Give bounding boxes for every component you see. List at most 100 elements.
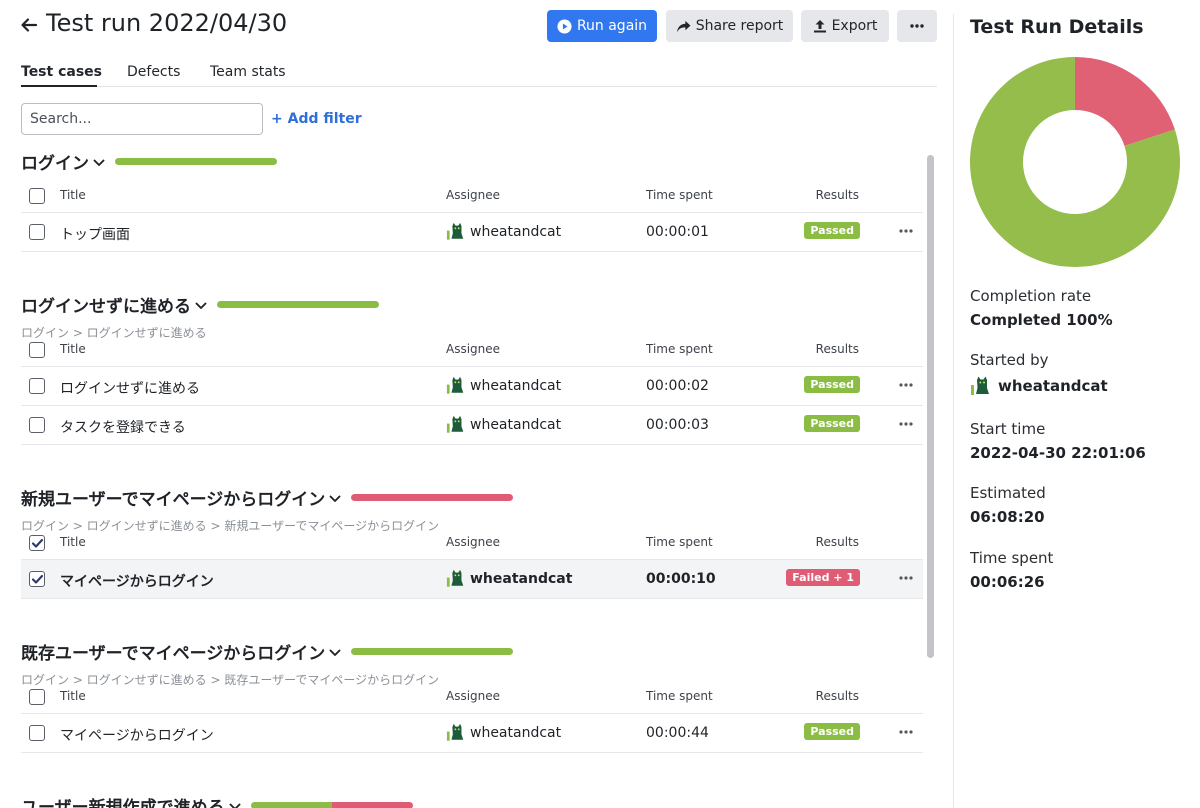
test-case-title[interactable]: タスクを登録できる [60, 417, 186, 437]
column-header-title: Title [60, 188, 86, 202]
export-icon [813, 20, 826, 33]
result-badge[interactable]: Failed + 1 [786, 569, 860, 586]
scrollbar[interactable] [923, 150, 937, 808]
row-more-icon[interactable] [899, 383, 913, 387]
row-checkbox[interactable] [29, 535, 45, 551]
section-header[interactable]: 新規ユーザーでマイページからログイン [21, 485, 514, 510]
time-spent: 00:00:02 [646, 378, 709, 394]
row-more-icon[interactable] [899, 730, 913, 734]
back-arrow-icon[interactable] [20, 16, 38, 34]
estimated-value: 06:08:20 [970, 508, 1045, 526]
completion-rate-value: Completed 100% [970, 311, 1113, 329]
started-by-value: wheatandcat [970, 376, 1108, 396]
active-tab-indicator [21, 85, 97, 87]
column-header-time-spent: Time spent [646, 342, 713, 356]
column-header-assignee: Assignee [446, 188, 501, 202]
test-case-list: ログイン Title Assignee Time spent Results トップ画面 w… [21, 148, 923, 808]
table-row[interactable]: トップ画面 wheatandcat 00:00:01 Passed [21, 213, 923, 252]
table-row[interactable]: タスクを登録できる wheatandcat 00:00:03 Passed [21, 406, 923, 445]
section-title: ユーザー新規作成で進める [21, 797, 225, 808]
avatar-icon [446, 376, 464, 394]
column-header-time-spent: Time spent [646, 188, 713, 202]
assignee: wheatandcat [446, 569, 572, 588]
test-case-title[interactable]: ログインせずに進める [60, 378, 200, 398]
avatar-icon [446, 415, 464, 433]
progress-passed-segment [250, 801, 332, 808]
assignee: wheatandcat [446, 723, 561, 742]
result-badge[interactable]: Passed [804, 415, 860, 432]
avatar-icon [446, 222, 464, 240]
section-header[interactable]: ログイン [21, 149, 277, 174]
table-row[interactable]: マイページからログイン wheatandcat 00:00:44 Passed [21, 714, 923, 753]
table-row[interactable]: ログインせずに進める wheatandcat 00:00:02 Passed [21, 367, 923, 406]
panel-divider [953, 14, 954, 808]
assignee-name: wheatandcat [470, 223, 562, 240]
column-header-results: Results [815, 535, 859, 549]
run-again-button[interactable]: Run again [547, 10, 657, 42]
time-spent: 00:00:44 [646, 725, 709, 741]
row-more-icon[interactable] [899, 576, 913, 580]
chevron-down-icon[interactable] [329, 495, 341, 503]
column-header-assignee: Assignee [446, 535, 501, 549]
details-title: Test Run Details [970, 16, 1144, 38]
assignee: wheatandcat [446, 415, 561, 434]
section-header[interactable]: ログインせずに進める [21, 292, 379, 317]
result-badge[interactable]: Passed [804, 723, 860, 740]
search-input[interactable] [21, 103, 263, 135]
test-case-title[interactable]: トップ画面 [60, 224, 130, 244]
result-badge[interactable]: Passed [804, 376, 860, 393]
table-header-row: Title Assignee Time spent Results [21, 529, 923, 560]
tab-team-stats[interactable]: Team stats [210, 64, 286, 80]
row-checkbox[interactable] [29, 689, 45, 705]
section-progress-bar [217, 300, 379, 308]
section-progress-bar [250, 801, 413, 808]
more-options-button[interactable] [897, 10, 937, 42]
column-header-assignee: Assignee [446, 689, 501, 703]
table-header-row: Title Assignee Time spent Results [21, 683, 923, 714]
progress-passed-segment [351, 647, 514, 655]
row-checkbox[interactable] [29, 725, 45, 741]
table-row[interactable]: マイページからログイン wheatandcat 00:00:10 Failed + 1 [21, 560, 923, 599]
section-header[interactable]: 既存ユーザーでマイページからログイン [21, 639, 514, 664]
progress-failed-segment [351, 493, 514, 501]
chevron-down-icon[interactable] [195, 302, 207, 310]
export-button[interactable]: Export [801, 10, 889, 42]
row-checkbox[interactable] [29, 417, 45, 433]
section-title: ログイン [21, 153, 89, 174]
section-header[interactable]: ユーザー新規作成で進める [21, 793, 413, 808]
scrollbar-thumb[interactable] [927, 155, 934, 658]
row-checkbox[interactable] [29, 224, 45, 240]
tab-test-cases[interactable]: Test cases [21, 64, 102, 80]
result-badge[interactable]: Passed [804, 222, 860, 239]
section-title: ログインせずに進める [21, 296, 191, 317]
chevron-down-icon[interactable] [229, 803, 241, 808]
time-spent: 00:00:10 [646, 571, 716, 587]
row-checkbox[interactable] [29, 188, 45, 204]
section-title: 既存ユーザーでマイページからログイン [21, 643, 326, 664]
row-checkbox[interactable] [29, 571, 45, 587]
row-more-icon[interactable] [899, 229, 913, 233]
started-by-label: Started by [970, 351, 1049, 369]
chevron-down-icon[interactable] [329, 649, 341, 657]
share-report-label: Share report [695, 18, 784, 34]
start-time-value: 2022-04-30 22:01:06 [970, 444, 1146, 462]
assignee-name: wheatandcat [470, 570, 573, 587]
row-more-icon[interactable] [899, 422, 913, 426]
time-spent-label: Time spent [970, 549, 1054, 567]
row-checkbox[interactable] [29, 378, 45, 394]
column-header-results: Results [815, 342, 859, 356]
assignee-name: wheatandcat [470, 377, 562, 394]
column-header-time-spent: Time spent [646, 689, 713, 703]
test-case-title[interactable]: マイページからログイン [60, 725, 214, 745]
row-checkbox[interactable] [29, 342, 45, 358]
play-icon [557, 18, 572, 34]
chevron-down-icon[interactable] [93, 159, 105, 167]
share-report-button[interactable]: Share report [666, 10, 793, 42]
column-header-time-spent: Time spent [646, 535, 713, 549]
progress-passed-segment [115, 157, 277, 165]
check-icon [31, 538, 43, 548]
tab-defects[interactable]: Defects [127, 64, 180, 80]
add-filter-link[interactable]: + Add filter [271, 111, 362, 127]
test-case-title[interactable]: マイページからログイン [60, 571, 214, 591]
column-header-assignee: Assignee [446, 342, 501, 356]
